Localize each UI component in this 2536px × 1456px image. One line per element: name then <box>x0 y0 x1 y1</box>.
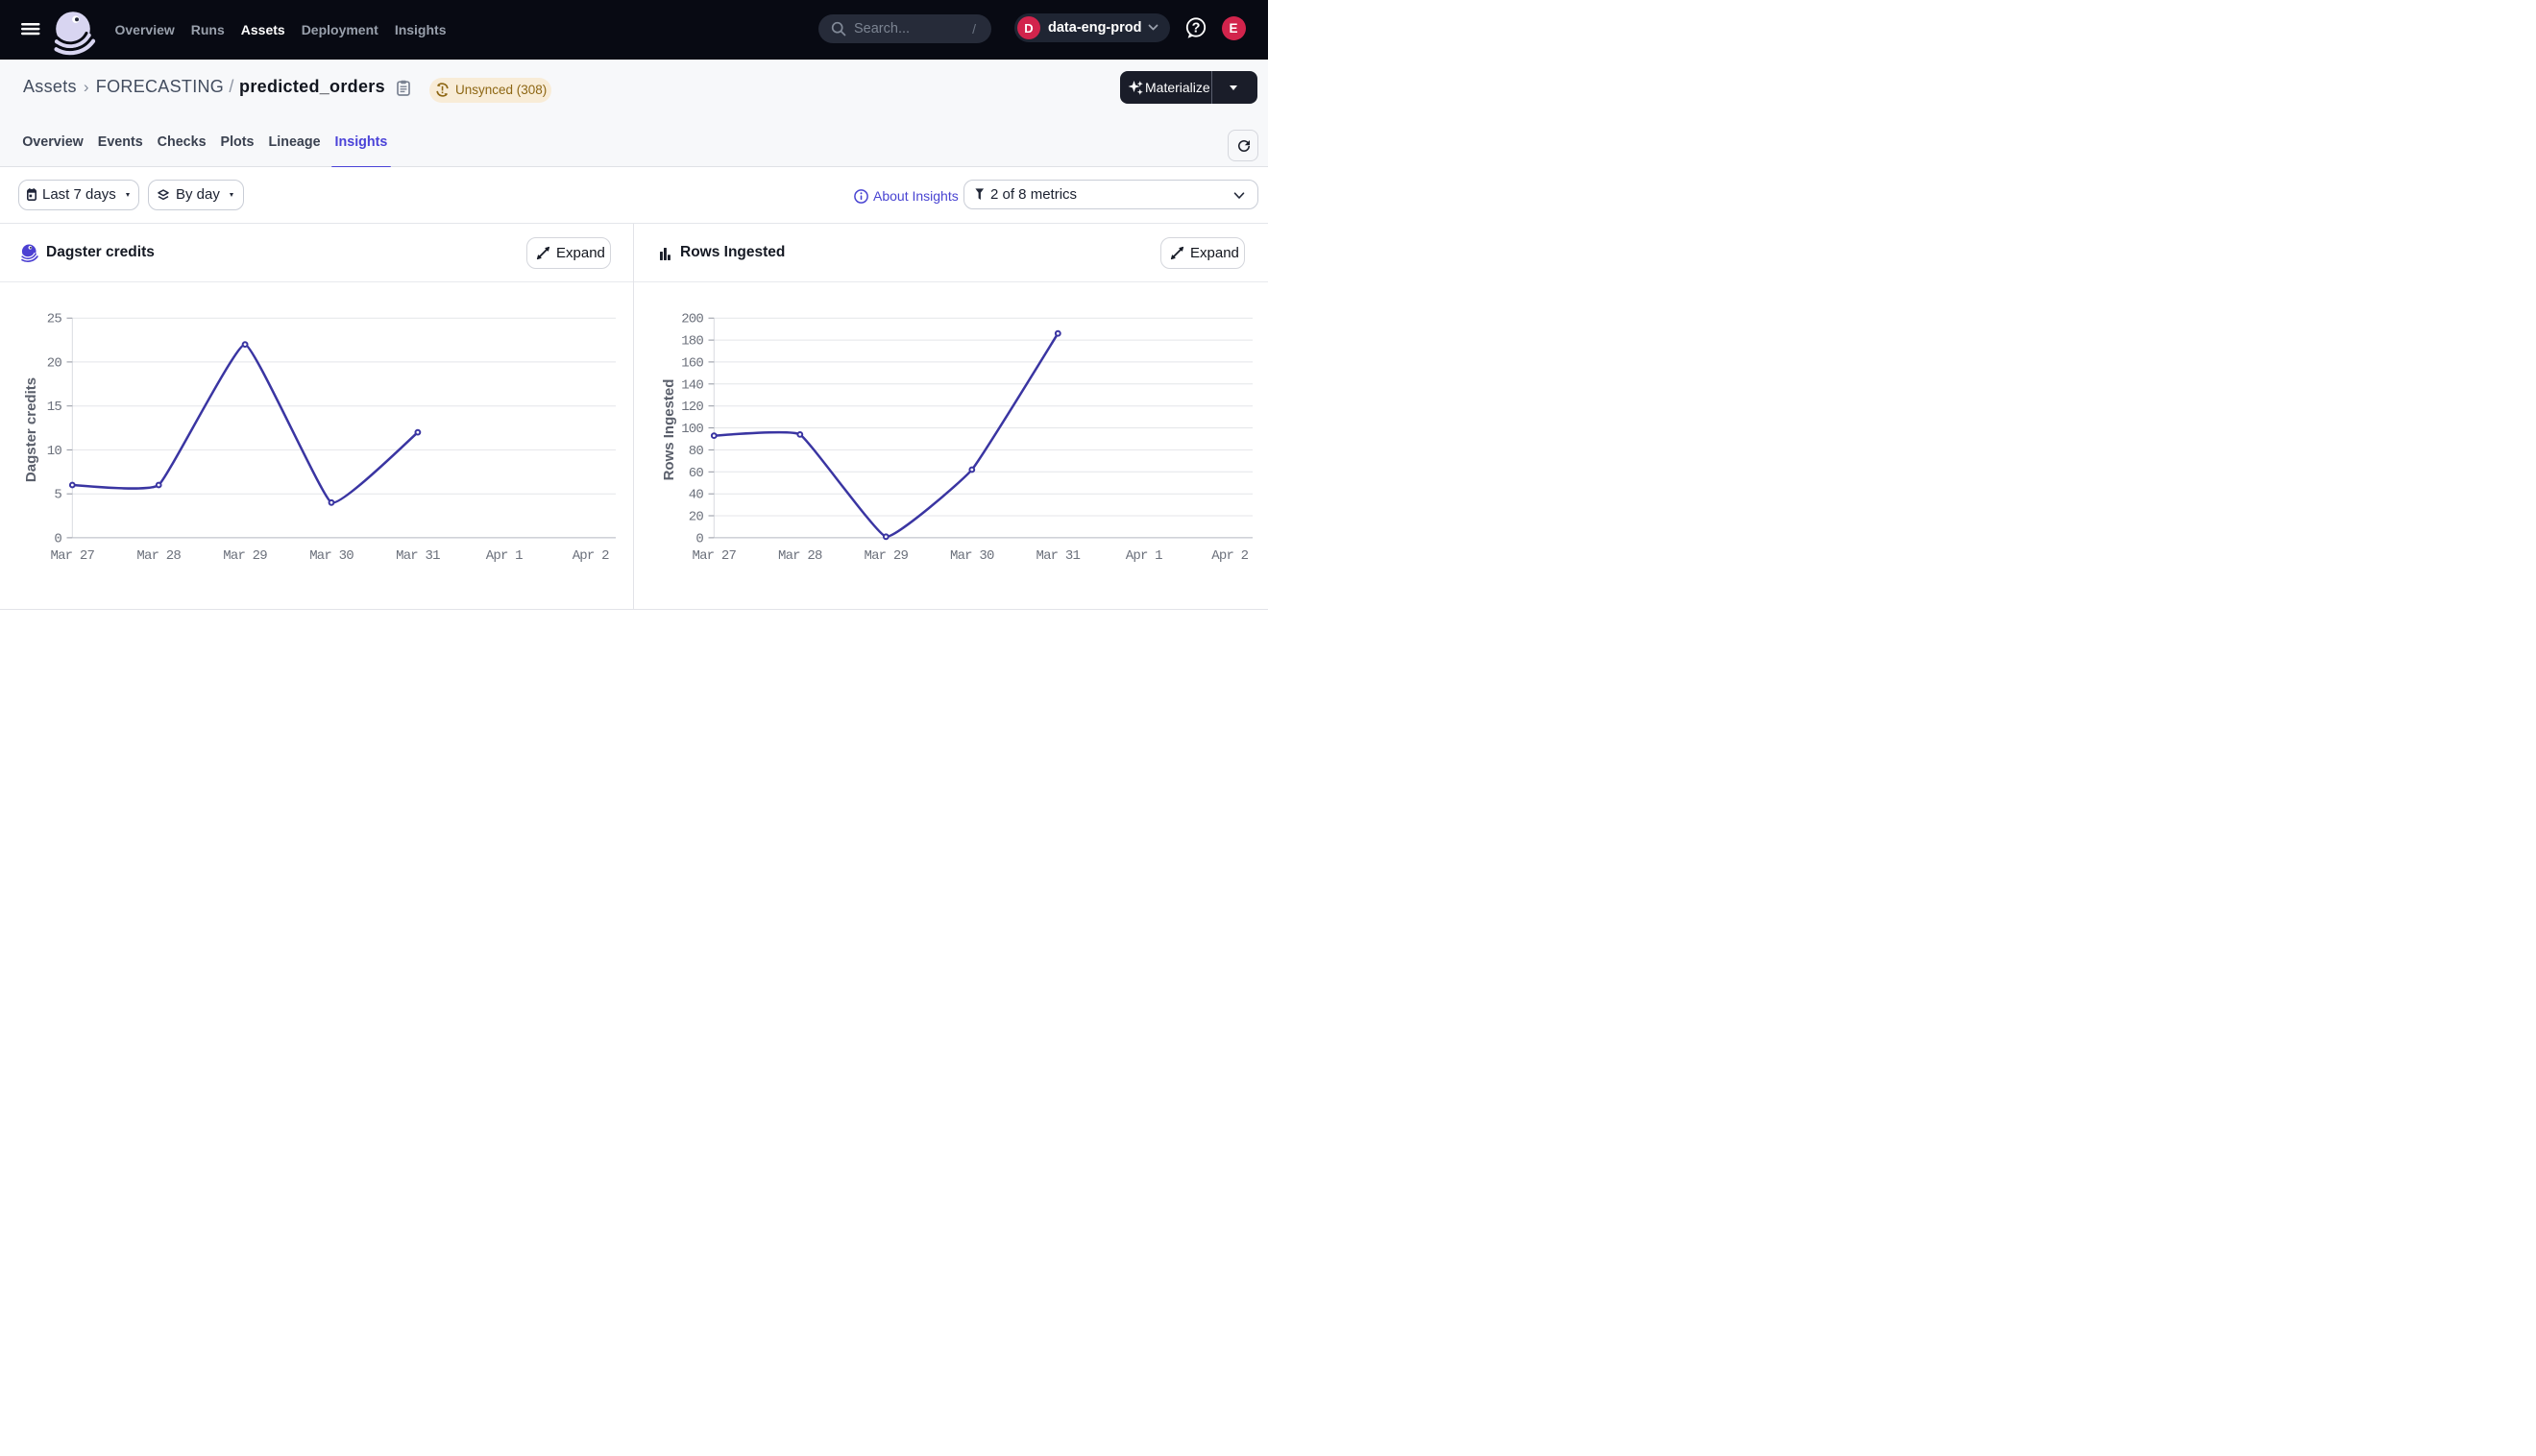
svg-text:Mar 31: Mar 31 <box>1036 548 1080 564</box>
svg-text:Dagster credits: Dagster credits <box>23 376 39 481</box>
svg-text:Mar 28: Mar 28 <box>136 548 181 564</box>
svg-text:Mar 29: Mar 29 <box>223 548 267 564</box>
svg-text:120: 120 <box>681 400 703 415</box>
svg-text:Apr 2: Apr 2 <box>573 548 609 564</box>
svg-text:Mar 29: Mar 29 <box>864 548 908 564</box>
svg-text:60: 60 <box>689 465 704 480</box>
svg-text:20: 20 <box>689 509 704 524</box>
svg-text:100: 100 <box>681 422 703 437</box>
svg-text:Mar 28: Mar 28 <box>778 548 822 564</box>
svg-text:0: 0 <box>695 531 703 546</box>
svg-text:Apr 1: Apr 1 <box>486 548 523 564</box>
svg-text:Mar 27: Mar 27 <box>692 548 736 564</box>
svg-text:40: 40 <box>689 487 704 502</box>
svg-text:80: 80 <box>689 443 704 458</box>
svg-text:Apr 1: Apr 1 <box>1126 548 1162 564</box>
svg-text:Mar 27: Mar 27 <box>50 548 94 564</box>
svg-text:20: 20 <box>47 355 62 371</box>
svg-text:200: 200 <box>681 311 703 327</box>
svg-text:180: 180 <box>681 333 703 349</box>
svg-text:160: 160 <box>681 355 703 371</box>
svg-text:Rows Ingested: Rows Ingested <box>661 378 677 480</box>
svg-text:25: 25 <box>47 311 62 327</box>
svg-text:10: 10 <box>47 443 62 458</box>
svg-text:140: 140 <box>681 377 703 393</box>
svg-text:0: 0 <box>54 531 61 546</box>
svg-text:?: ? <box>1192 21 1201 36</box>
svg-text:15: 15 <box>47 400 62 415</box>
svg-text:Mar 30: Mar 30 <box>950 548 994 564</box>
svg-text:Mar 31: Mar 31 <box>396 548 440 564</box>
svg-text:Mar 30: Mar 30 <box>309 548 354 564</box>
svg-text:Apr 2: Apr 2 <box>1211 548 1248 564</box>
svg-text:5: 5 <box>54 487 61 502</box>
